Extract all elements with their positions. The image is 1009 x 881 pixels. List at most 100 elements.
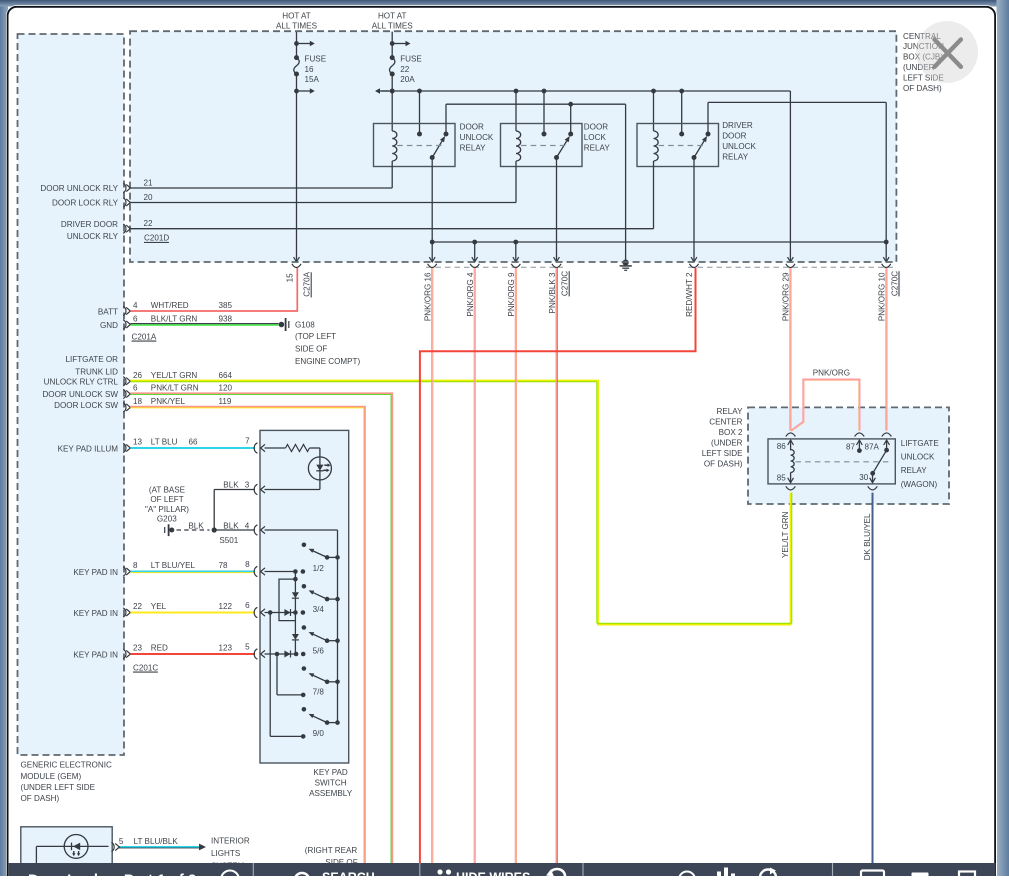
svg-text:HIDE WIRES: HIDE WIRES — [456, 870, 530, 876]
svg-text:BLK: BLK — [188, 521, 204, 530]
svg-text:8: 8 — [133, 561, 138, 570]
svg-text:UNLOCK RLY CTRL: UNLOCK RLY CTRL — [44, 377, 119, 386]
svg-text:BLK/LT GRN: BLK/LT GRN — [151, 314, 198, 323]
svg-text:ENGINE COMPT): ENGINE COMPT) — [295, 357, 361, 366]
svg-text:MODULE (GEM): MODULE (GEM) — [21, 772, 82, 781]
svg-text:664: 664 — [219, 371, 233, 380]
svg-text:20A: 20A — [400, 75, 415, 84]
svg-text:PNK/ORG 10: PNK/ORG 10 — [878, 272, 887, 321]
svg-text:KEY PAD IN: KEY PAD IN — [73, 568, 118, 577]
svg-text:(TOP LEFT: (TOP LEFT — [295, 332, 336, 341]
svg-text:87: 87 — [846, 442, 856, 451]
svg-text:123: 123 — [219, 644, 233, 653]
svg-text:6: 6 — [133, 384, 138, 393]
svg-text:LOCK: LOCK — [584, 133, 607, 142]
svg-text:22: 22 — [133, 602, 143, 611]
svg-text:8: 8 — [245, 560, 250, 569]
svg-text:C270C: C270C — [561, 271, 570, 296]
svg-text:LIFTGATE OR: LIFTGATE OR — [66, 355, 119, 364]
svg-text:122: 122 — [219, 602, 233, 611]
svg-text:DK BLU/YEL: DK BLU/YEL — [863, 513, 872, 560]
svg-text:LT BLU/YEL: LT BLU/YEL — [151, 561, 196, 570]
svg-text:DOOR: DOOR — [584, 123, 608, 132]
svg-text:OF DASH): OF DASH) — [903, 84, 942, 93]
svg-text:87A: 87A — [865, 442, 880, 451]
svg-text:119: 119 — [219, 397, 232, 406]
svg-text:PNK/ORG: PNK/ORG — [813, 369, 850, 378]
svg-text:RELAY: RELAY — [901, 466, 928, 475]
svg-text:DOOR UNLOCK SW: DOOR UNLOCK SW — [42, 390, 118, 399]
svg-text:FUSE: FUSE — [305, 55, 327, 64]
svg-text:SWITCH: SWITCH — [315, 779, 347, 788]
svg-text:YEL: YEL — [151, 602, 167, 611]
svg-text:Door Locks - Part 1 of 2: Door Locks - Part 1 of 2 — [28, 871, 196, 876]
svg-text:6: 6 — [245, 601, 250, 610]
svg-text:WHT/RED: WHT/RED — [151, 301, 189, 310]
svg-text:3/4: 3/4 — [313, 605, 325, 614]
svg-text:UNLOCK: UNLOCK — [901, 453, 935, 462]
svg-text:4: 4 — [245, 521, 250, 530]
svg-text:G108: G108 — [295, 321, 315, 330]
svg-text:GND: GND — [100, 321, 118, 330]
svg-text:YEL/LT GRN: YEL/LT GRN — [151, 371, 198, 380]
svg-text:C270A: C270A — [303, 271, 312, 296]
svg-text:13: 13 — [133, 437, 143, 446]
svg-text:21: 21 — [144, 178, 154, 187]
svg-text:TRUNK LID: TRUNK LID — [75, 368, 118, 377]
svg-text:UNLOCK: UNLOCK — [460, 133, 494, 142]
svg-text:DRIVER DOOR: DRIVER DOOR — [61, 220, 118, 229]
svg-text:RELAY: RELAY — [460, 144, 487, 153]
svg-text:CENTER: CENTER — [709, 417, 742, 426]
svg-text:PNK/ORG 29: PNK/ORG 29 — [782, 272, 791, 321]
svg-text:LIFTGATE: LIFTGATE — [901, 439, 940, 448]
svg-text:C201C: C201C — [133, 663, 158, 672]
svg-text:9/0: 9/0 — [313, 729, 325, 738]
svg-text:BOX 2: BOX 2 — [719, 428, 743, 437]
svg-text:DRIVER: DRIVER — [722, 121, 753, 130]
svg-text:3: 3 — [245, 481, 250, 490]
svg-text:C270C: C270C — [890, 271, 899, 296]
svg-text:LT BLU/BLK: LT BLU/BLK — [134, 837, 179, 846]
svg-text:YEL/LT GRN: YEL/LT GRN — [781, 511, 790, 558]
svg-text:(UNDER: (UNDER — [711, 438, 743, 447]
svg-text:18: 18 — [133, 397, 143, 406]
svg-text:DOOR: DOOR — [722, 132, 746, 141]
svg-text:RELAY: RELAY — [584, 144, 611, 153]
svg-text:SEARCH: SEARCH — [322, 870, 375, 876]
svg-text:HOT AT: HOT AT — [378, 12, 407, 21]
svg-text:G203: G203 — [157, 515, 177, 524]
svg-text:4: 4 — [133, 301, 138, 310]
svg-text:85: 85 — [777, 474, 787, 483]
svg-text:ASSEMBLY: ASSEMBLY — [309, 789, 353, 798]
svg-text:(RIGHT REAR: (RIGHT REAR — [305, 846, 358, 855]
svg-text:BATT: BATT — [98, 307, 118, 316]
svg-text:INTERIOR: INTERIOR — [211, 837, 250, 846]
svg-text:PNK/LT GRN: PNK/LT GRN — [151, 384, 199, 393]
svg-text:20: 20 — [144, 193, 154, 202]
svg-text:S501: S501 — [219, 536, 238, 545]
svg-text:(UNDER LEFT SIDE: (UNDER LEFT SIDE — [21, 783, 96, 792]
svg-text:66: 66 — [189, 437, 199, 446]
svg-text:KEY PAD: KEY PAD — [313, 768, 347, 777]
svg-text:ALL TIMES: ALL TIMES — [276, 21, 318, 30]
svg-text:DOOR LOCK RLY: DOOR LOCK RLY — [52, 199, 119, 208]
svg-text:HOT AT: HOT AT — [282, 12, 311, 21]
svg-text:16: 16 — [305, 65, 315, 74]
svg-text:26: 26 — [133, 371, 143, 380]
svg-text:BLK: BLK — [223, 481, 239, 490]
svg-text:5/6: 5/6 — [313, 647, 325, 656]
svg-text:22: 22 — [144, 219, 154, 228]
svg-text:LT BLU: LT BLU — [151, 437, 178, 446]
svg-text:LEFT SIDE: LEFT SIDE — [702, 449, 743, 458]
svg-text:7: 7 — [245, 436, 250, 445]
svg-text:SIDE OF: SIDE OF — [295, 344, 327, 353]
svg-text:23: 23 — [133, 644, 143, 653]
svg-text:DOOR UNLOCK RLY: DOOR UNLOCK RLY — [40, 184, 118, 193]
svg-text:7/8: 7/8 — [313, 688, 325, 697]
svg-text:(WAGON): (WAGON) — [901, 480, 938, 489]
svg-text:78: 78 — [219, 561, 229, 570]
svg-text:RELAY: RELAY — [717, 407, 744, 416]
svg-text:DOOR LOCK SW: DOOR LOCK SW — [54, 401, 118, 410]
svg-text:"A" PILLAR): "A" PILLAR) — [145, 505, 189, 514]
svg-text:15: 15 — [286, 273, 295, 283]
